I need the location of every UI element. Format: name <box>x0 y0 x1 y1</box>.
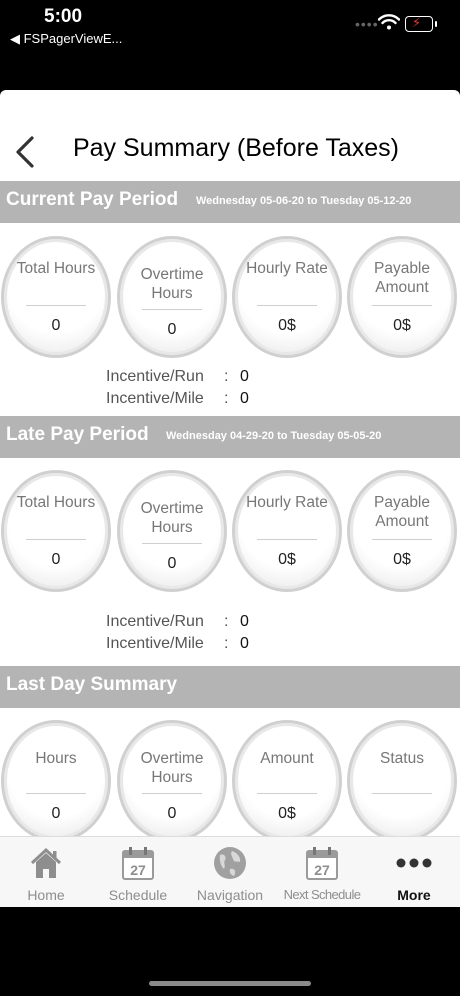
stat-label: Amount <box>260 750 314 767</box>
stat-value: 0 <box>51 805 61 822</box>
content-sheet: Pay Summary (Before Taxes) Current Pay P… <box>0 90 460 906</box>
stat-value: 0 <box>51 317 61 334</box>
hourly-rate-card: Hourly Rate 0$ <box>232 236 342 358</box>
tab-next-schedule[interactable]: 27 Next Schedule <box>276 837 368 907</box>
signal-dots-icon: •••• <box>355 16 379 32</box>
status-bar: 5:00 ◀ FSPagerViewE... •••• ⚡ <box>0 0 460 90</box>
calendar-icon: 27 <box>122 847 154 880</box>
current-period-range: Wednesday 05-06-20 to Tuesday 05-12-20 <box>196 195 412 207</box>
current-period-stats: Total Hours 0 Overtime Hours 0 Hourly Ra… <box>0 236 460 362</box>
calendar-icon: 27 <box>306 847 338 880</box>
payable-amount-card: Payable Amount 0$ <box>347 236 457 358</box>
stat-label: Overtime Hours <box>140 750 204 786</box>
tab-label: Next Schedule <box>283 887 361 902</box>
late-period-stats: Total Hours 0 Overtime Hours 0 Hourly Ra… <box>0 470 460 596</box>
tab-home[interactable]: Home <box>0 837 92 907</box>
battery-icon: ⚡ <box>405 15 437 32</box>
hours-card: Hours 0 <box>1 720 111 842</box>
stat-label: Hours <box>35 750 77 767</box>
incentive-run-row: Incentive/Run:0 <box>106 613 249 630</box>
late-period-range: Wednesday 04-29-20 to Tuesday 05-05-20 <box>166 430 382 442</box>
incentive-label: Incentive/Run <box>106 368 204 385</box>
incentive-label: Incentive/Run <box>106 613 204 630</box>
payable-amount-card: Payable Amount 0$ <box>347 470 457 592</box>
tab-label: Navigation <box>196 887 264 903</box>
late-period-title: Late Pay Period <box>6 424 149 445</box>
tab-label: More <box>397 887 431 903</box>
title-bar: Pay Summary (Before Taxes) <box>0 90 460 180</box>
stat-label: Total Hours <box>16 494 96 511</box>
page-title: Pay Summary (Before Taxes) <box>72 134 400 162</box>
tab-bar: Home 27 Schedule Navigation 27 Next Sche… <box>0 836 460 907</box>
stat-label: Overtime Hours <box>140 500 204 536</box>
incentive-run-row: Incentive/Run:0 <box>106 368 249 385</box>
current-period-header: Current Pay Period Wednesday 05-06-20 to… <box>0 181 460 223</box>
calendar-day: 27 <box>130 862 146 878</box>
overtime-hours-card: Overtime Hours 0 <box>117 470 227 592</box>
home-indicator[interactable] <box>149 981 311 986</box>
tab-navigation[interactable]: Navigation <box>184 837 276 907</box>
incentive-value: 0 <box>240 613 249 630</box>
stat-value: 0$ <box>393 551 411 568</box>
tab-more[interactable]: More <box>368 837 460 907</box>
stat-value: 0 <box>167 321 177 338</box>
overtime-hours-card: Overtime Hours 0 <box>117 720 227 842</box>
globe-icon <box>214 847 246 879</box>
stat-value: 0$ <box>278 551 296 568</box>
stat-value: 0$ <box>278 805 296 822</box>
stat-label: Status <box>380 750 424 767</box>
current-period-title: Current Pay Period <box>6 189 179 210</box>
late-period-header: Late Pay Period Wednesday 04-29-20 to Tu… <box>0 416 460 458</box>
stat-label: Payable Amount <box>373 260 430 296</box>
tab-schedule[interactable]: 27 Schedule <box>92 837 184 907</box>
incentive-value: 0 <box>240 390 249 407</box>
calendar-day: 27 <box>314 862 330 878</box>
home-icon <box>30 847 62 878</box>
last-day-title: Last Day Summary <box>6 674 178 695</box>
amount-card: Amount 0$ <box>232 720 342 842</box>
status-card: Status <box>347 720 457 842</box>
stat-value: 0$ <box>278 317 296 334</box>
overtime-hours-card: Overtime Hours 0 <box>117 236 227 358</box>
stat-value: 0 <box>167 805 177 822</box>
last-day-header: Last Day Summary <box>0 666 460 708</box>
incentive-label: Incentive/Mile <box>106 635 204 652</box>
stat-value: 0 <box>167 555 177 572</box>
stat-label: Hourly Rate <box>246 260 328 277</box>
last-day-stats: Hours 0 Overtime Hours 0 Amount 0$ Statu… <box>0 720 460 846</box>
stat-label: Hourly Rate <box>246 494 328 511</box>
hourly-rate-card: Hourly Rate 0$ <box>232 470 342 592</box>
more-dots-icon <box>396 858 432 868</box>
incentive-mile-row: Incentive/Mile:0 <box>106 635 249 652</box>
stat-value: 0 <box>51 551 61 568</box>
tab-label: Schedule <box>108 887 168 903</box>
wifi-icon <box>378 14 400 30</box>
stat-label: Payable Amount <box>373 494 430 530</box>
tab-label: Home <box>27 887 65 903</box>
incentive-mile-row: Incentive/Mile:0 <box>106 390 249 407</box>
stat-value: 0$ <box>393 317 411 334</box>
stat-label: Total Hours <box>16 260 96 277</box>
status-time: 5:00 <box>44 6 83 27</box>
back-to-app-link[interactable]: ◀ FSPagerViewE... <box>10 31 122 47</box>
incentive-label: Incentive/Mile <box>106 390 204 407</box>
incentive-value: 0 <box>240 368 249 385</box>
stat-label: Overtime Hours <box>140 266 204 302</box>
total-hours-card: Total Hours 0 <box>1 236 111 358</box>
incentive-value: 0 <box>240 635 249 652</box>
total-hours-card: Total Hours 0 <box>1 470 111 592</box>
